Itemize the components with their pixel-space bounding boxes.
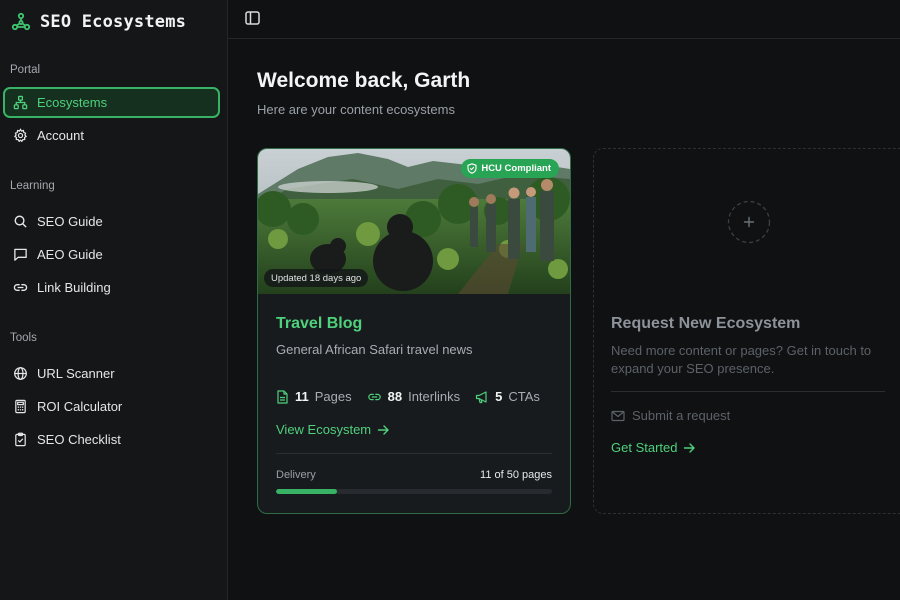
sidebar-item-link-building[interactable]: Link Building <box>3 272 220 303</box>
link-icon <box>13 284 28 291</box>
delivery-label: Delivery <box>276 469 316 481</box>
hcu-compliant-badge: HCU Compliant <box>461 159 559 178</box>
ecosystem-stats: 11 Pages 88 Interlinks 5 CTAs <box>276 389 540 404</box>
card-divider <box>276 453 552 454</box>
stat-ctas: 5 CTAs <box>475 389 540 404</box>
stat-pages-value: 11 <box>295 389 309 404</box>
sidebar-toggle-icon[interactable] <box>244 10 262 26</box>
sidebar-item-seo-checklist[interactable]: SEO Checklist <box>3 424 220 455</box>
delivery-progress-fill <box>276 489 337 494</box>
sidebar-item-label: AEO Guide <box>37 247 103 262</box>
stat-interlinks-label: Interlinks <box>408 389 461 404</box>
sidebar-item-label: ROI Calculator <box>37 399 123 414</box>
ecosystem-card[interactable]: HCU Compliant Updated 18 days ago Travel… <box>257 148 571 514</box>
sidebar-item-url-scanner[interactable]: URL Scanner <box>3 358 220 389</box>
stat-pages-label: Pages <box>314 389 352 404</box>
delivery-count: 11 of 50 pages <box>480 469 552 481</box>
sidebar-item-label: Account <box>37 128 84 143</box>
stat-interlinks-value: 88 <box>387 389 403 404</box>
sidebar-item-label: URL Scanner <box>37 366 115 381</box>
sidebar-item-label: SEO Guide <box>37 214 103 229</box>
arrow-right-icon <box>684 442 696 453</box>
request-divider <box>611 391 885 392</box>
network-icon <box>11 12 31 31</box>
sidebar: SEO Ecosystems Portal Ecosystems Account… <box>0 0 228 600</box>
get-started-link[interactable]: Get Started <box>611 440 696 455</box>
section-label-learning: Learning <box>10 180 55 192</box>
add-circle-icon[interactable] <box>727 200 771 244</box>
mail-icon <box>611 410 625 421</box>
get-started-label: Get Started <box>611 440 678 455</box>
network-icon <box>13 95 28 110</box>
sidebar-item-roi-calculator[interactable]: ROI Calculator <box>3 391 220 422</box>
ecosystem-title[interactable]: Travel Blog <box>276 315 362 333</box>
shield-check-icon <box>467 163 477 174</box>
clipboard-check-icon <box>15 432 26 447</box>
submit-request-label: Submit a request <box>632 408 731 423</box>
updated-timestamp: Updated 18 days ago <box>264 269 369 287</box>
sidebar-item-seo-guide[interactable]: SEO Guide <box>3 206 220 237</box>
sidebar-item-aeo-guide[interactable]: AEO Guide <box>3 239 220 270</box>
sidebar-item-label: SEO Checklist <box>37 432 121 447</box>
request-title: Request New Ecosystem <box>611 315 801 332</box>
stat-pages: 11 Pages <box>276 389 352 404</box>
arrow-right-icon <box>377 424 389 435</box>
view-ecosystem-label: View Ecosystem <box>276 422 372 437</box>
gear-icon <box>13 128 28 143</box>
request-ecosystem-card[interactable]: Request New Ecosystem Need more content … <box>593 148 900 514</box>
topbar <box>228 0 900 39</box>
badge-label: HCU Compliant <box>481 163 551 174</box>
sidebar-item-label: Ecosystems <box>37 95 108 110</box>
section-label-tools: Tools <box>10 332 37 344</box>
submit-request-item[interactable]: Submit a request <box>611 408 730 423</box>
chat-icon <box>14 248 27 261</box>
brand[interactable]: SEO Ecosystems <box>0 0 227 44</box>
link-icon <box>367 393 381 400</box>
stat-ctas-label: CTAs <box>508 389 540 404</box>
stat-interlinks: 88 Interlinks <box>367 389 461 404</box>
ecosystem-description: General African Safari travel news <box>276 342 473 357</box>
brand-name: SEO Ecosystems <box>40 12 187 32</box>
view-ecosystem-link[interactable]: View Ecosystem <box>276 422 390 437</box>
page-title: Welcome back, Garth <box>257 69 471 92</box>
delivery-progress-bar <box>276 489 552 494</box>
request-description: Need more content or pages? Get in touch… <box>611 343 872 376</box>
stat-ctas-value: 5 <box>495 389 503 404</box>
sidebar-item-ecosystems[interactable]: Ecosystems <box>3 87 220 118</box>
file-icon <box>277 389 288 404</box>
globe-icon <box>14 367 27 380</box>
section-label-portal: Portal <box>10 64 41 76</box>
megaphone-icon <box>476 390 487 403</box>
sidebar-item-account[interactable]: Account <box>3 120 220 151</box>
page-subtitle: Here are your content ecosystems <box>257 102 455 117</box>
calculator-icon <box>15 399 26 414</box>
search-icon <box>14 215 27 228</box>
sidebar-item-label: Link Building <box>37 280 111 295</box>
ecosystem-cover-image: HCU Compliant Updated 18 days ago <box>258 149 570 294</box>
